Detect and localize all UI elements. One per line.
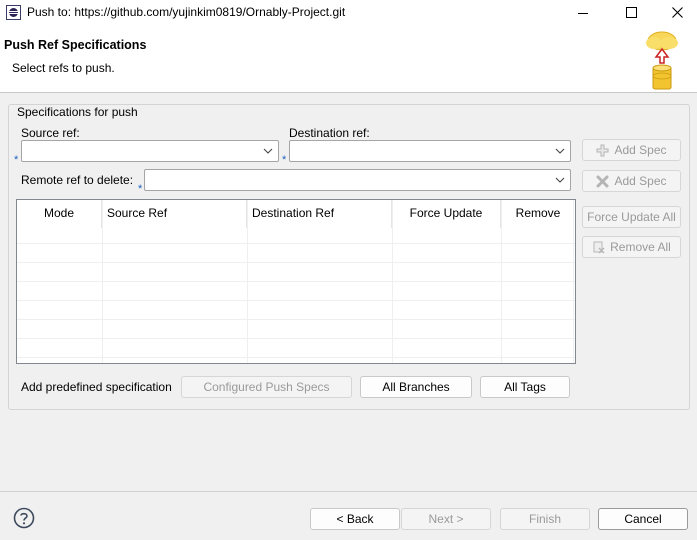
chevron-down-icon <box>555 177 565 183</box>
remove-all-label: Remove All <box>610 240 671 254</box>
column-header-force-update[interactable]: Force Update <box>392 200 501 228</box>
delete-x-icon <box>596 175 609 188</box>
destination-ref-combo[interactable] <box>289 140 571 162</box>
title-bar: Push to: https://github.com/yujinkim0819… <box>0 0 697 25</box>
all-branches-button[interactable]: All Branches <box>360 376 472 398</box>
grid-line <box>17 243 575 244</box>
finish-button[interactable]: Finish <box>500 508 590 530</box>
add-delete-spec-label: Add Spec <box>614 174 667 188</box>
predefined-spec-label: Add predefined specification <box>21 380 172 394</box>
window-title: Push to: https://github.com/yujinkim0819… <box>27 5 346 19</box>
required-marker: * <box>282 154 287 166</box>
grid-line <box>17 357 575 358</box>
required-marker: * <box>138 183 143 195</box>
cancel-label: Cancel <box>624 512 662 526</box>
required-marker: * <box>14 154 19 166</box>
remove-all-icon <box>592 241 605 254</box>
force-update-all-button[interactable]: Force Update All <box>582 206 681 228</box>
footer-separator <box>0 491 697 492</box>
remote-ref-delete-combo[interactable] <box>144 169 571 191</box>
spec-table[interactable]: Mode Source Ref Destination Ref Force Up… <box>16 199 576 364</box>
grid-line <box>17 338 575 339</box>
all-branches-label: All Branches <box>382 380 450 394</box>
help-icon[interactable] <box>13 507 35 529</box>
close-button[interactable] <box>654 0 697 25</box>
back-button[interactable]: < Back <box>310 508 400 530</box>
grid-line <box>17 300 575 301</box>
grid-line <box>17 262 575 263</box>
plus-icon <box>596 144 609 157</box>
chevron-down-icon <box>555 148 565 154</box>
source-ref-combo[interactable] <box>21 140 279 162</box>
all-tags-label: All Tags <box>504 380 546 394</box>
grid-line <box>17 281 575 282</box>
finish-label: Finish <box>528 512 561 526</box>
column-header-mode[interactable]: Mode <box>17 200 102 228</box>
cloud-push-database-icon <box>642 27 682 91</box>
remote-delete-label: Remote ref to delete: <box>21 173 134 187</box>
maximize-icon <box>625 7 637 18</box>
configured-push-specs-button[interactable]: Configured Push Specs <box>181 376 352 398</box>
back-label: < Back <box>336 512 374 526</box>
minimize-icon <box>578 12 588 14</box>
configured-push-specs-label: Configured Push Specs <box>203 380 330 394</box>
wizard-header: Push Ref Specifications Select refs to p… <box>0 25 697 93</box>
add-delete-spec-button[interactable]: Add Spec <box>582 170 681 192</box>
cancel-button[interactable]: Cancel <box>598 508 688 530</box>
grid-line <box>17 319 575 320</box>
add-spec-label: Add Spec <box>614 143 667 157</box>
force-update-all-label: Force Update All <box>587 210 676 224</box>
source-ref-label: Source ref: <box>21 126 80 140</box>
close-icon <box>671 7 683 18</box>
eclipse-app-icon <box>6 5 21 20</box>
page-description: Select refs to push. <box>12 61 115 75</box>
next-button[interactable]: Next > <box>401 508 491 530</box>
column-header-destination-ref[interactable]: Destination Ref <box>247 200 392 228</box>
next-label: Next > <box>428 512 464 526</box>
group-label: Specifications for push <box>14 105 141 119</box>
add-spec-button[interactable]: Add Spec <box>582 139 681 161</box>
all-tags-button[interactable]: All Tags <box>480 376 570 398</box>
column-header-remove[interactable]: Remove <box>501 200 575 228</box>
chevron-down-icon <box>263 148 273 154</box>
page-title: Push Ref Specifications <box>4 38 147 52</box>
maximize-button[interactable] <box>608 0 654 25</box>
minimize-button[interactable] <box>560 0 606 25</box>
remove-all-button[interactable]: Remove All <box>582 236 681 258</box>
column-header-source-ref[interactable]: Source Ref <box>102 200 247 228</box>
destination-ref-label: Destination ref: <box>289 126 370 140</box>
